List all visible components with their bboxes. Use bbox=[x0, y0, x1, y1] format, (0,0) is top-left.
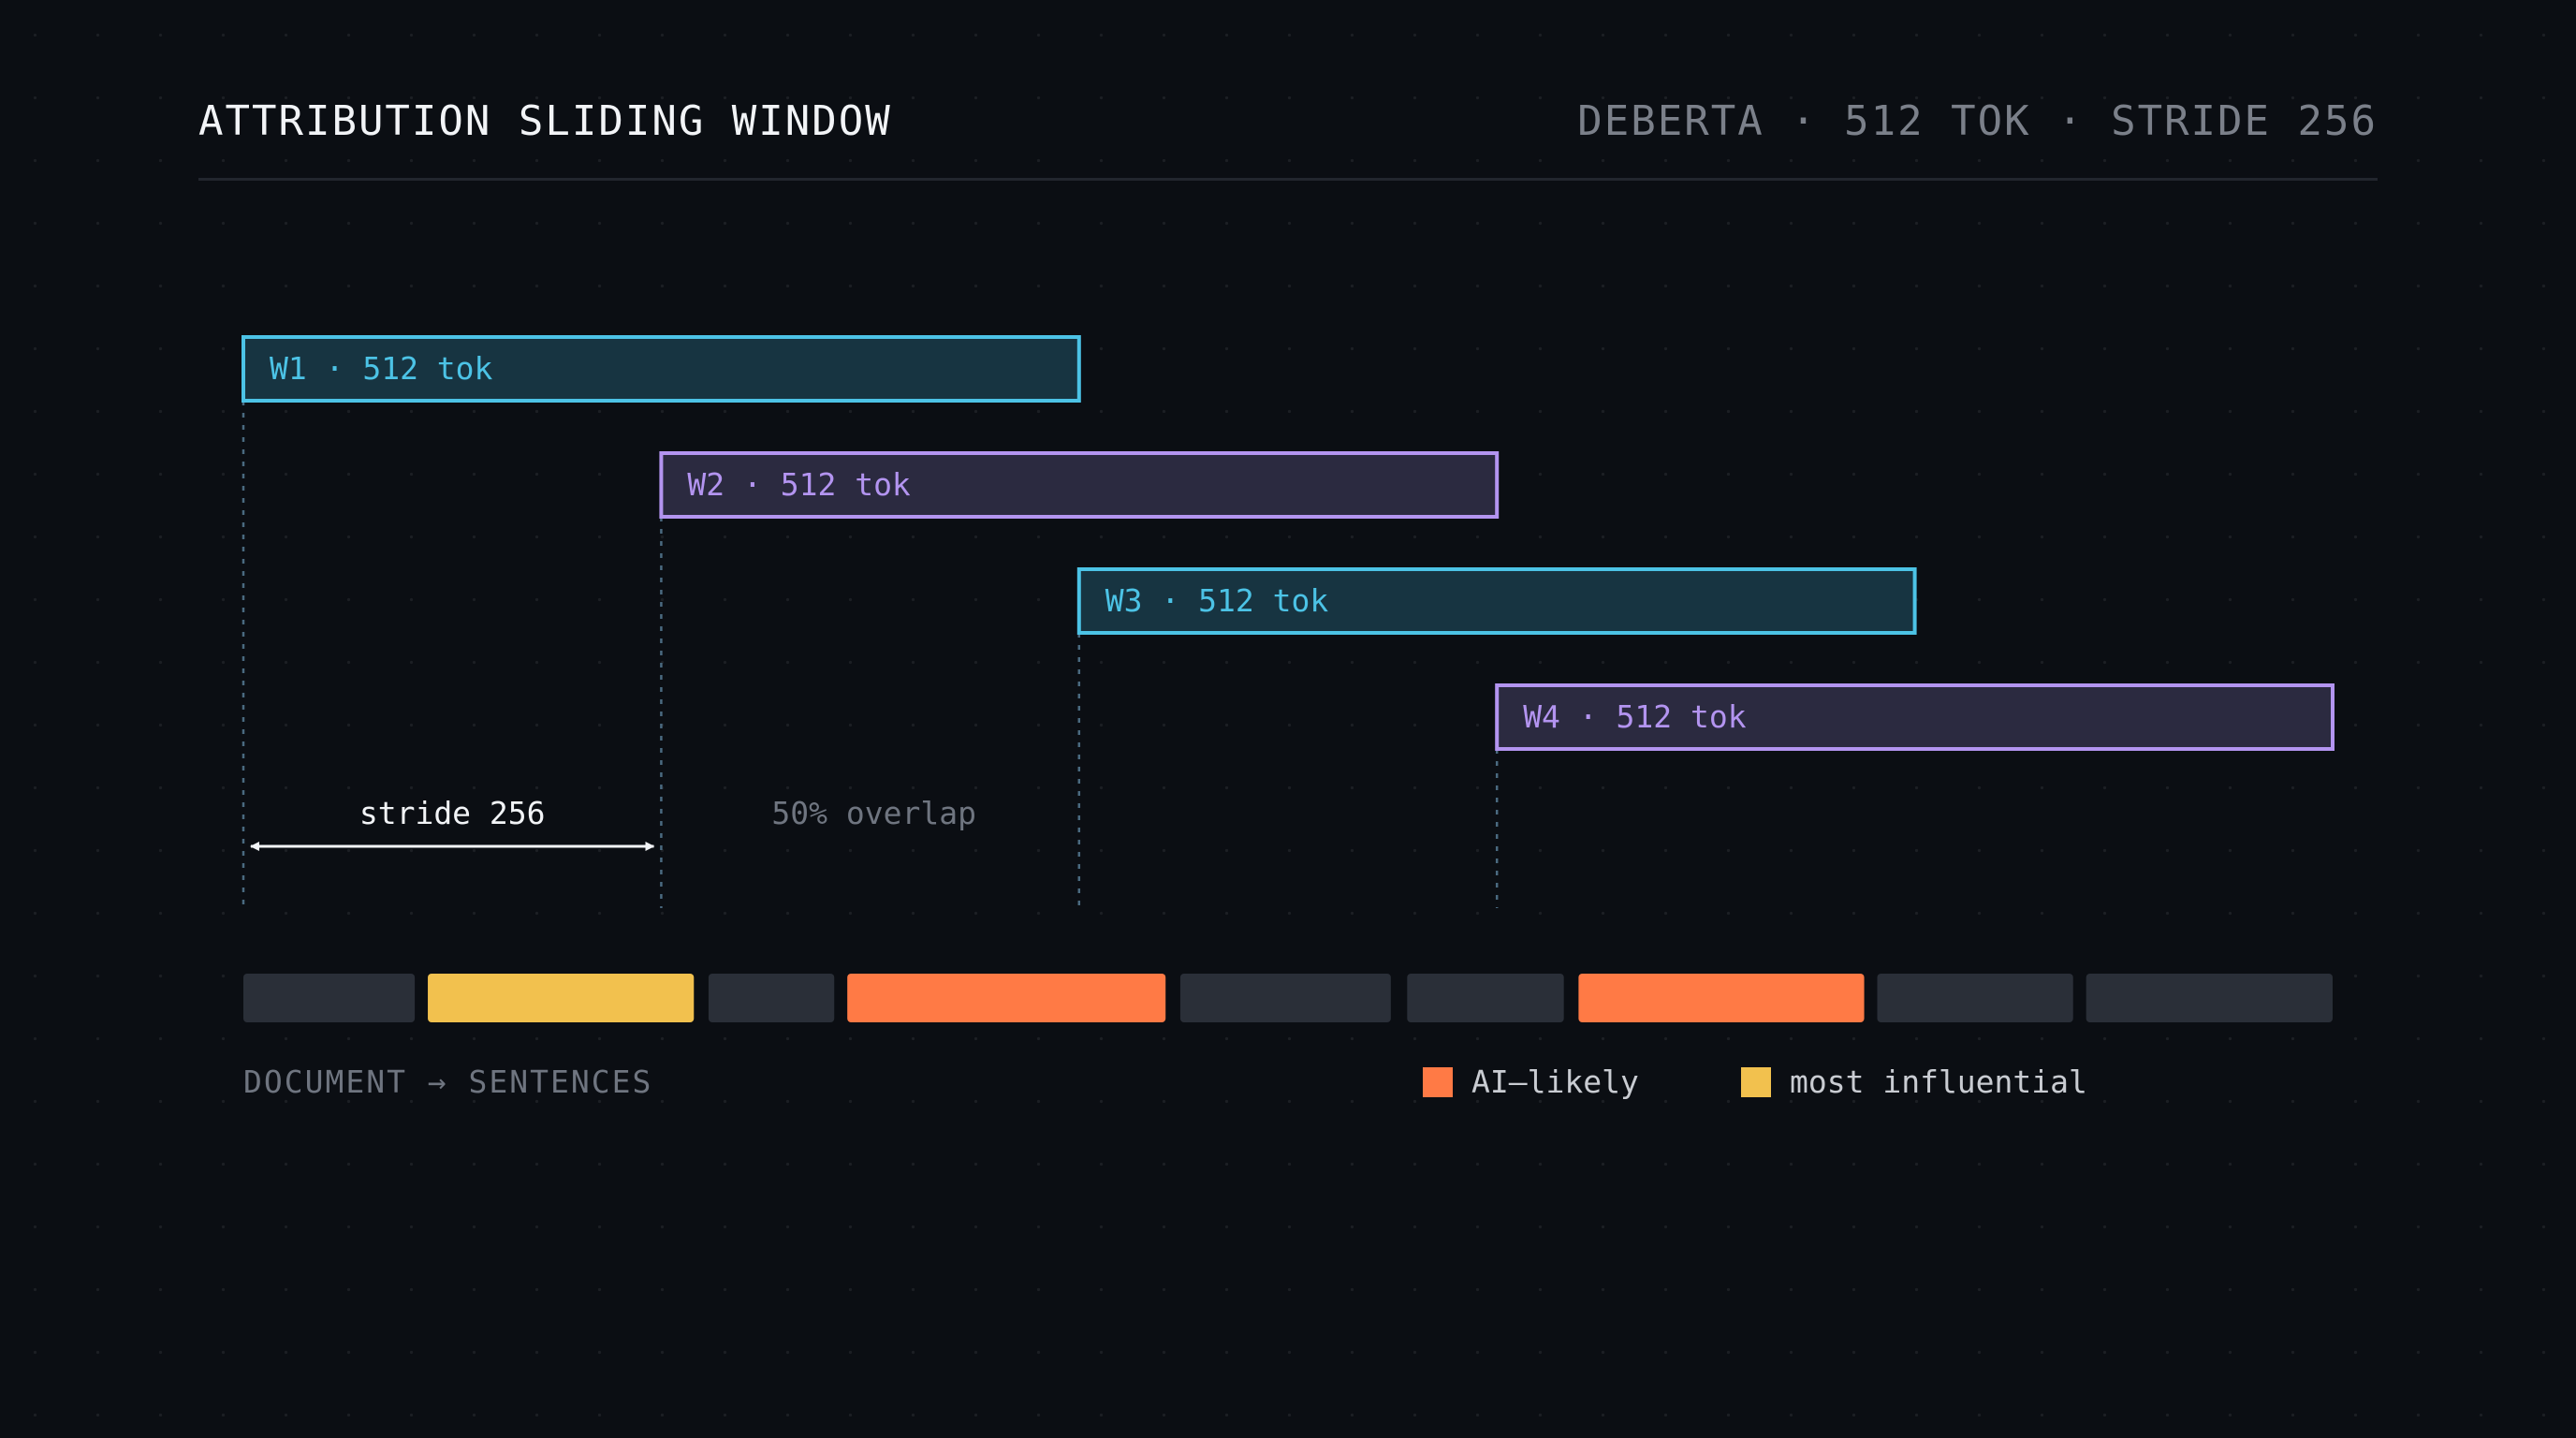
legend-ai-likely: AI–likely bbox=[1423, 1064, 1639, 1100]
window-label-w4: W4 · 512 tok bbox=[1523, 698, 1747, 735]
window-w3: W3 · 512 tok bbox=[1076, 567, 1917, 635]
window-label-w1: W1 · 512 tok bbox=[270, 350, 493, 387]
legend-most-influential: most influential bbox=[1741, 1064, 2087, 1100]
window-label-w2: W2 · 512 tok bbox=[687, 466, 911, 503]
window-w2: W2 · 512 tok bbox=[659, 451, 1500, 519]
sentence-segment-8-neutral bbox=[1877, 974, 2073, 1022]
sentence-segment-5-neutral bbox=[1179, 974, 1391, 1022]
sentence-segment-7-ai bbox=[1578, 974, 1865, 1022]
sentence-segment-1-neutral bbox=[243, 974, 416, 1022]
sentence-segment-6-neutral bbox=[1407, 974, 1564, 1022]
legend-swatch-influential bbox=[1741, 1066, 1771, 1097]
sentence-segment-3-neutral bbox=[708, 974, 835, 1022]
window-label-w3: W3 · 512 tok bbox=[1105, 582, 1329, 619]
sentence-segment-2-influential bbox=[428, 974, 695, 1022]
stride-annotation: stride 256 50% overlap bbox=[250, 795, 976, 851]
window-w4: W4 · 512 tok bbox=[1495, 683, 2334, 751]
stride-label: stride 256 bbox=[359, 795, 546, 831]
overlap-label: 50% overlap bbox=[771, 795, 976, 831]
sentence-segment-9-neutral bbox=[2086, 974, 2333, 1022]
sentence-segment-4-ai bbox=[847, 974, 1166, 1022]
legend-label-ai: AI–likely bbox=[1471, 1064, 1639, 1100]
legend-swatch-ai bbox=[1423, 1066, 1453, 1097]
window-w1: W1 · 512 tok bbox=[242, 335, 1081, 403]
windows-group: W1 · 512 tok W2 · 512 tok W3 · 512 tok W4 ·… bbox=[242, 335, 2334, 751]
document-sentences-label: DOCUMENT → SENTENCES bbox=[243, 1064, 653, 1100]
sentence-bar bbox=[243, 974, 2333, 1022]
legend-label-influential: most influential bbox=[1790, 1064, 2087, 1100]
sliding-window-diagram: W1 · 512 tok W2 · 512 tok W3 · 512 tok W4 ·… bbox=[242, 335, 2334, 1022]
